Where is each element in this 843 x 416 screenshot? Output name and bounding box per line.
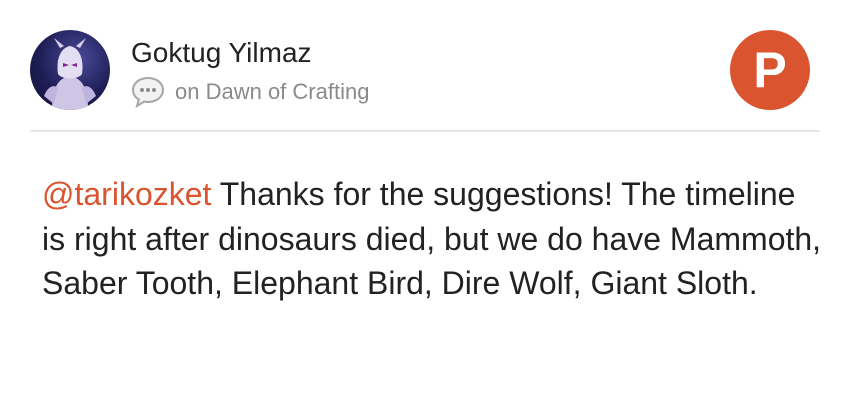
comment-body: @tarikozket Thanks for the suggestions! … [42,172,822,306]
source-line[interactable]: on Dawn of Crafting [131,76,369,108]
speech-bubble-icon [131,76,165,108]
comment-header: Goktug Yilmaz on Dawn of Crafting P [0,0,843,132]
avatar-image [44,38,96,110]
source-text: on Dawn of Crafting [175,79,370,104]
comment-card: Goktug Yilmaz on Dawn of Crafting P @tar… [0,0,843,416]
product-hunt-logo-icon[interactable]: P [730,30,810,110]
mention-link[interactable]: @tarikozket [42,176,211,212]
divider [30,130,820,132]
author-name[interactable]: Goktug Yilmaz [131,36,312,70]
brand-logo-letter: P [753,42,787,98]
avatar[interactable] [30,30,110,110]
